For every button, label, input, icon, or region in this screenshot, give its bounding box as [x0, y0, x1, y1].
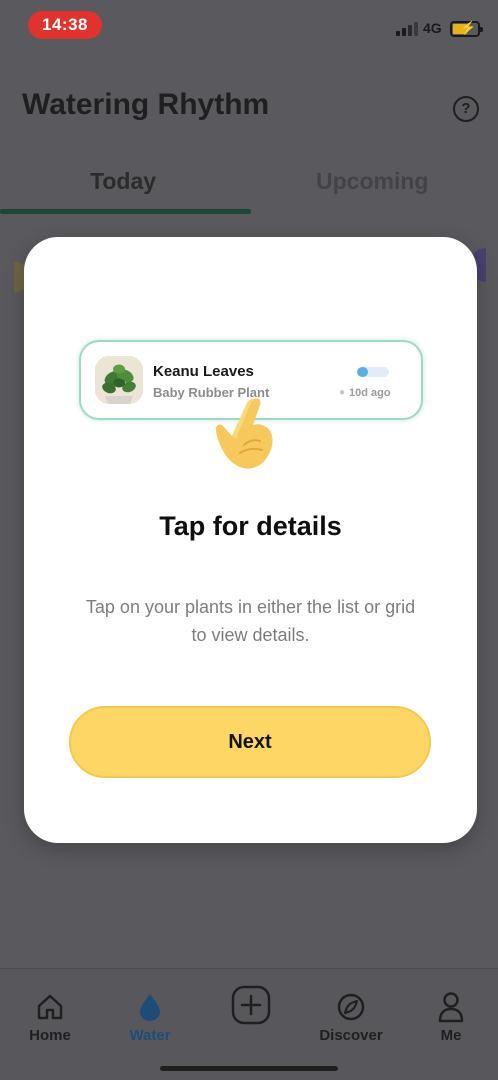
last-watered: 10d ago	[349, 387, 391, 399]
help-circle-icon[interactable]: ?	[453, 96, 479, 122]
nav-water-label: Water	[129, 1027, 171, 1044]
bottom-nav: Home Water Discover Me	[0, 968, 498, 1080]
onboarding-modal: Keanu Leaves Baby Rubber Plant ● 10d ago…	[24, 237, 477, 843]
nav-water[interactable]: Water	[110, 989, 190, 1044]
small-drop-icon: ●	[339, 387, 346, 398]
status-time: 14:38	[28, 11, 102, 39]
plant-photo	[95, 356, 143, 404]
nav-add-plant-button[interactable]	[211, 985, 291, 1025]
pointing-hand-icon	[216, 398, 273, 469]
water-drop-icon	[140, 994, 160, 1021]
compass-icon	[337, 993, 365, 1021]
tab-upcoming[interactable]: Upcoming	[316, 168, 428, 195]
battery-icon: ⚡	[450, 20, 483, 37]
person-icon	[438, 992, 464, 1023]
nav-me-label: Me	[440, 1027, 462, 1044]
page-title: Watering Rhythm	[22, 88, 270, 121]
home-indicator[interactable]	[160, 1066, 338, 1071]
nav-discover[interactable]: Discover	[311, 989, 391, 1044]
tab-today[interactable]: Today	[90, 168, 156, 195]
nav-home-label: Home	[29, 1027, 71, 1044]
modal-title: Tap for details	[159, 511, 342, 541]
plant-name: Keanu Leaves	[153, 363, 254, 380]
plus-square-icon	[231, 985, 271, 1025]
next-button[interactable]: Next	[69, 706, 431, 778]
network-type: 4G	[423, 20, 442, 36]
active-tab-indicator	[0, 209, 251, 214]
status-bar: 14:38 4G ⚡	[0, 0, 498, 50]
modal-description: Tap on your plants in either the list or…	[85, 597, 416, 645]
nav-me[interactable]: Me	[411, 989, 491, 1044]
home-icon	[37, 994, 63, 1020]
nav-discover-label: Discover	[319, 1027, 383, 1044]
signal-icon	[396, 22, 420, 36]
nav-home[interactable]: Home	[10, 989, 90, 1044]
water-level-bar	[357, 367, 389, 377]
